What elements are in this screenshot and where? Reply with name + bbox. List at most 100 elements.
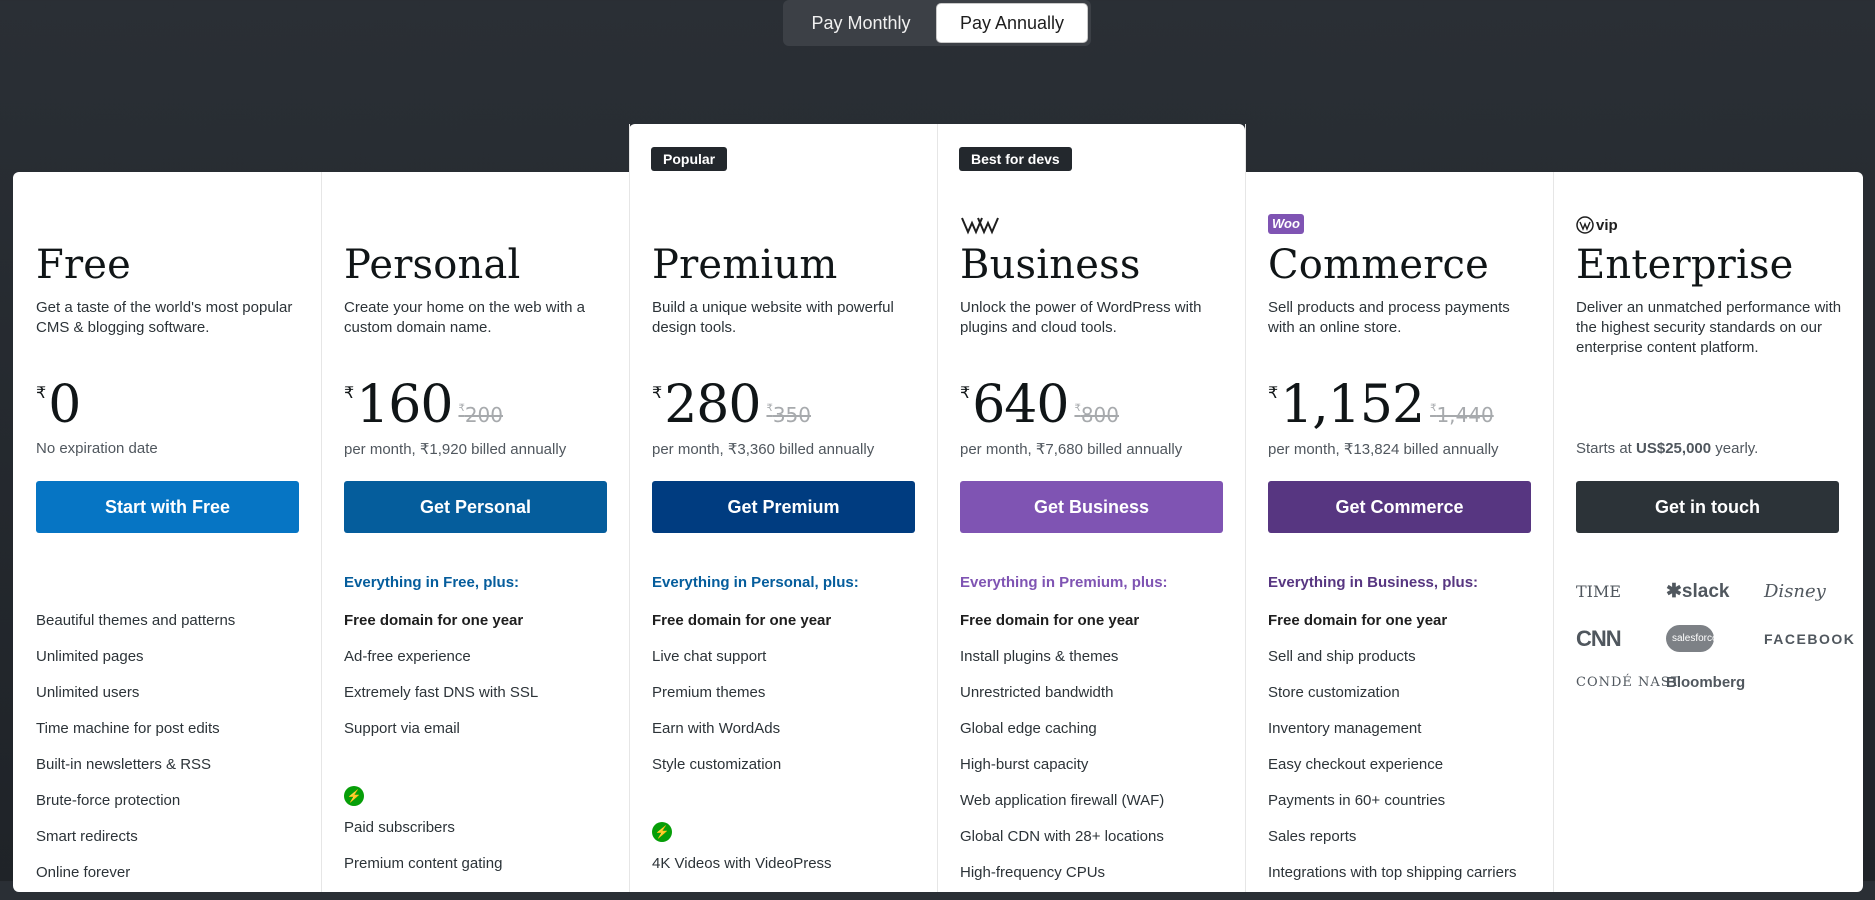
- get-personal-button[interactable]: Get Personal: [344, 481, 607, 533]
- list-item: Inventory management: [1268, 720, 1422, 737]
- plus-label: Everything in Personal, plus:: [652, 574, 859, 591]
- column-divider: [937, 172, 938, 892]
- plan-title: Premium: [652, 242, 838, 288]
- feature-list: Free domain for one year Install plugins…: [960, 612, 1164, 900]
- list-item: Paid subscribers: [344, 819, 455, 836]
- old-price: ₹200: [458, 403, 504, 427]
- column-divider: [1245, 124, 1246, 172]
- price-note: per month, ₹1,920 billed annually: [344, 441, 567, 458]
- get-business-button[interactable]: Get Business: [960, 481, 1223, 533]
- price-amount: 160: [356, 375, 453, 435]
- time-logo: TIME: [1576, 582, 1622, 601]
- get-commerce-button[interactable]: Get Commerce: [1268, 481, 1531, 533]
- column-divider: [629, 124, 630, 172]
- old-price: ₹1,440: [1430, 403, 1494, 427]
- list-item: Global edge caching: [960, 720, 1097, 737]
- list-item: Web application firewall (WAF): [960, 792, 1165, 809]
- list-item: Free domain for one year: [344, 612, 524, 629]
- list-item: Easy checkout experience: [1268, 756, 1444, 773]
- plan-title: Enterprise: [1576, 242, 1794, 288]
- cnn-logo: CNN: [1576, 625, 1622, 651]
- old-price: ₹350: [766, 403, 812, 427]
- lightning-bolt-icon: ⚡: [344, 786, 364, 806]
- feature-list: 4K Videos with VideoPress: [652, 855, 832, 891]
- pay-monthly-button[interactable]: Pay Monthly: [786, 4, 936, 42]
- currency-symbol: ₹: [36, 383, 47, 402]
- list-item: Style customization: [652, 756, 782, 773]
- list-item: Premium themes: [652, 684, 766, 701]
- facebook-logo: FACEBOOK: [1764, 630, 1856, 647]
- price-amount: 0: [48, 375, 81, 435]
- price-note: No expiration date: [36, 440, 158, 457]
- plan-description: Deliver an unmatched performance with th…: [1576, 299, 1842, 356]
- plan-description: Get a taste of the world's most popular …: [36, 299, 293, 336]
- plan-price: ₹ 160 ₹200: [344, 375, 503, 435]
- plus-label: Everything in Free, plus:: [344, 574, 520, 591]
- plan-title: Business: [960, 242, 1141, 288]
- plus-label: Everything in Business, plus:: [1268, 574, 1479, 591]
- old-price: ₹800: [1074, 403, 1120, 427]
- list-item: High-burst capacity: [960, 756, 1089, 773]
- list-item: Unlimited users: [36, 684, 140, 701]
- list-item: Earn with WordAds: [652, 720, 781, 737]
- currency-symbol: ₹: [1268, 383, 1279, 402]
- price-note: per month, ₹13,824 billed annually: [1268, 441, 1499, 458]
- price-amount: 1,152: [1280, 375, 1425, 435]
- column-divider: [629, 172, 630, 892]
- list-item: Global CDN with 28+ locations: [960, 828, 1164, 845]
- feature-list: Beautiful themes and patterns Unlimited …: [36, 612, 235, 900]
- list-item: Payments in 60+ countries: [1268, 792, 1446, 809]
- list-item: Sales reports: [1268, 828, 1357, 845]
- price-note: per month, ₹7,680 billed annually: [960, 441, 1183, 458]
- start-with-free-button[interactable]: Start with Free: [36, 481, 299, 533]
- list-item: Sell and ship products: [1268, 648, 1416, 665]
- salesforce-logo: salesforce: [1666, 625, 1718, 652]
- price-note: Starts at US$25,000 yearly.: [1576, 440, 1759, 457]
- slack-logo: ✱slack: [1666, 581, 1730, 602]
- plus-label: Everything in Premium, plus:: [960, 574, 1168, 591]
- list-item: Install plugins & themes: [960, 648, 1119, 665]
- get-premium-button[interactable]: Get Premium: [652, 481, 915, 533]
- currency-symbol: ₹: [652, 383, 663, 402]
- wordpress-vip-logo-icon: vip: [1576, 215, 1618, 235]
- column-divider: [321, 172, 322, 892]
- list-item: Unlimited pages: [36, 648, 144, 665]
- list-item: Premium content gating: [344, 855, 503, 872]
- list-item: Smart redirects: [36, 828, 138, 845]
- bloomberg-logo: Bloomberg: [1666, 674, 1746, 691]
- column-divider: [1245, 172, 1246, 892]
- list-item: Time machine for post edits: [36, 720, 220, 737]
- plan-description: Build a unique website with powerful des…: [652, 299, 894, 336]
- feature-list: Free domain for one year Live chat suppo…: [652, 612, 831, 792]
- plan-price: ₹ 0: [36, 375, 81, 435]
- feature-list: Free domain for one year Sell and ship p…: [1268, 612, 1516, 900]
- pay-annually-button[interactable]: Pay Annually: [936, 3, 1088, 43]
- plan-description: Unlock the power of WordPress with plugi…: [960, 299, 1202, 336]
- list-item: Free domain for one year: [652, 612, 832, 629]
- currency-symbol: ₹: [344, 383, 355, 402]
- list-item: Live chat support: [652, 648, 767, 665]
- list-item: Brute-force protection: [36, 792, 181, 809]
- list-item: Beautiful themes and patterns: [36, 612, 236, 629]
- column-divider: [1553, 172, 1554, 892]
- list-item: Integrations with top shipping carriers: [1268, 864, 1517, 881]
- price-amount: 640: [972, 375, 1069, 435]
- list-item: High-frequency CPUs: [960, 864, 1106, 881]
- list-item: Extremely fast DNS with SSL: [344, 684, 539, 701]
- popular-badge: Popular: [651, 147, 728, 171]
- list-item: Online forever: [36, 864, 131, 881]
- plan-title: Personal: [344, 242, 521, 288]
- list-item: Ad-free experience: [344, 648, 471, 665]
- price-amount: 280: [664, 375, 761, 435]
- plan-price: ₹ 280 ₹350: [652, 375, 811, 435]
- lightning-bolt-icon: ⚡: [652, 822, 672, 842]
- list-item: Built-in newsletters & RSS: [36, 756, 212, 773]
- list-item: 4K Videos with VideoPress: [652, 855, 832, 872]
- list-item: Free domain for one year: [1268, 612, 1448, 629]
- billing-toggle: Pay Monthly Pay Annually: [783, 0, 1091, 46]
- get-in-touch-button[interactable]: Get in touch: [1576, 481, 1839, 533]
- list-item: Unrestricted bandwidth: [960, 684, 1114, 701]
- currency-symbol: ₹: [960, 383, 971, 402]
- plan-description: Sell products and process payments with …: [1268, 299, 1510, 336]
- feature-list: Free domain for one year Ad-free experie…: [344, 612, 538, 756]
